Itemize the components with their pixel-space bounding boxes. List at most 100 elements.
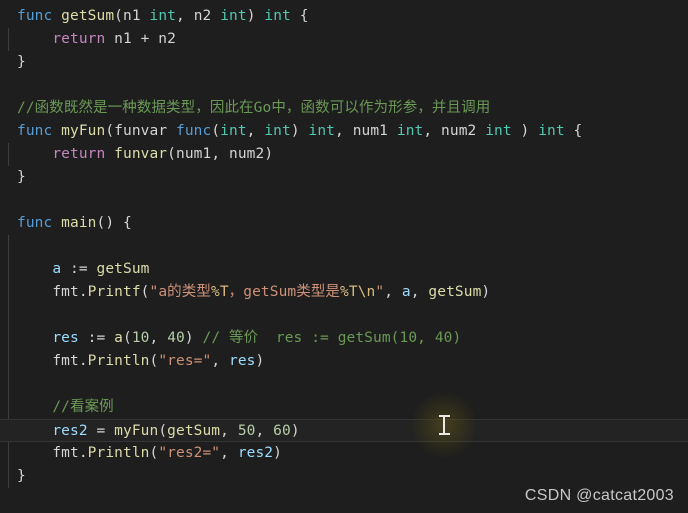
token-number: 50 — [237, 423, 256, 439]
token-param: funvar — [114, 123, 168, 139]
token-punct: ) — [184, 330, 203, 346]
token-keyword: func — [17, 8, 53, 24]
token-package: fmt — [52, 353, 79, 369]
token-type: int — [220, 8, 247, 24]
token-comma: , — [335, 123, 353, 139]
token-expression: n1 + n2 — [114, 31, 176, 47]
token-function-call: funvar — [114, 146, 168, 162]
token-escape: \n — [357, 284, 376, 300]
token-arg: getSum — [428, 284, 482, 300]
token-brace: } — [17, 169, 26, 185]
token-punct: ( — [167, 146, 176, 162]
code-line[interactable]: func main() { — [0, 212, 688, 235]
code-line-blank[interactable] — [0, 304, 688, 327]
code-line-blank[interactable] — [0, 235, 688, 258]
code-area[interactable]: func getSum(n1 int, n2 int) int { return… — [0, 0, 688, 488]
token-punct: ( — [123, 330, 132, 346]
token-function-call: a — [114, 330, 123, 346]
code-line[interactable]: fmt.Printf("a的类型%T，getSum类型是%T\n", a, ge… — [0, 281, 688, 304]
code-line[interactable]: func myFun(funvar func(int, int) int, nu… — [0, 120, 688, 143]
token-comma: , — [410, 284, 429, 300]
token-function-call: myFun — [114, 423, 159, 439]
code-line[interactable]: fmt.Println("res=", res) — [0, 350, 688, 373]
token-function-name: getSum — [61, 8, 115, 24]
token-format-verb: %T — [210, 284, 229, 300]
code-editor[interactable]: func getSum(n1 int, n2 int) int { return… — [0, 0, 688, 513]
token-brace: { — [290, 8, 309, 24]
token-number: 10 — [131, 330, 150, 346]
code-line-blank[interactable] — [0, 74, 688, 97]
token-control-keyword: return — [52, 146, 106, 162]
token-comma: , — [246, 123, 265, 139]
code-line[interactable]: a := getSum — [0, 258, 688, 281]
token-arg: num1 — [175, 146, 212, 162]
token-arg: res2 — [237, 445, 274, 461]
token-param: n1 — [123, 8, 141, 24]
code-line-blank[interactable] — [0, 373, 688, 396]
token-punct: ( — [140, 284, 150, 300]
token-keyword: func — [17, 123, 53, 139]
token-operator: = — [87, 423, 115, 439]
token-punct: ( — [105, 123, 115, 139]
token-variable: a — [52, 261, 62, 277]
code-line-active[interactable]: res2 = myFun(getSum, 50, 60) — [0, 419, 688, 442]
token-arg: num2 — [228, 146, 265, 162]
token-comma: , — [211, 353, 229, 369]
token-punct: ( — [114, 8, 123, 24]
code-line[interactable]: } — [0, 51, 688, 74]
token-keyword: func — [17, 215, 53, 231]
code-line[interactable]: res := a(10, 40) // 等价 res := getSum(10,… — [0, 327, 688, 350]
token-number: 60 — [273, 423, 291, 439]
token-keyword: func — [176, 123, 212, 139]
token-type: int — [264, 123, 291, 139]
token-comment: // 等价 res := getSum(10, 40) — [202, 330, 462, 346]
token-brace: } — [17, 468, 26, 484]
token-quote: " — [375, 284, 385, 300]
token-type: int — [396, 123, 424, 139]
code-line[interactable]: //看案例 — [0, 396, 688, 419]
code-line[interactable]: func getSum(n1 int, n2 int) int { — [0, 5, 688, 28]
code-line[interactable]: //函数既然是一种数据类型，因此在Go中，函数可以作为形参，并且调用 — [0, 97, 688, 120]
code-line[interactable]: return n1 + n2 — [0, 28, 688, 51]
token-function-call: Println — [87, 445, 150, 461]
token-dot: . — [78, 353, 88, 369]
token-comment: //函数既然是一种数据类型，因此在Go中，函数可以作为形参，并且调用 — [17, 100, 491, 116]
token-return-type: int — [538, 123, 565, 139]
code-line[interactable]: } — [0, 166, 688, 189]
token-comma: , — [255, 423, 274, 439]
token-brace: } — [17, 54, 26, 70]
token-function-name: main — [61, 215, 97, 231]
code-line[interactable]: } — [0, 465, 688, 488]
token-punct: ) — [290, 423, 300, 439]
code-line[interactable]: return funvar(num1, num2) — [0, 143, 688, 166]
token-operator: := — [61, 261, 97, 277]
token-package: fmt — [52, 284, 79, 300]
token-brace: { — [564, 123, 583, 139]
editor-window: func getSum(n1 int, n2 int) int { return… — [0, 0, 688, 513]
token-punct: ( — [158, 423, 168, 439]
token-param: num2 — [441, 123, 477, 139]
token-string: ，getSum类型是 — [228, 284, 341, 300]
token-comma: , — [211, 146, 229, 162]
token-package: fmt — [52, 445, 79, 461]
token-comma: , — [220, 445, 238, 461]
code-line[interactable]: fmt.Println("res2=", res2) — [0, 442, 688, 465]
token-control-keyword: return — [52, 31, 106, 47]
token-type: int — [220, 123, 247, 139]
token-string: a的类型 — [158, 284, 211, 300]
token-punct: ( — [149, 353, 159, 369]
token-param: n2 — [193, 8, 212, 24]
token-comma: , — [176, 8, 194, 24]
code-line-blank[interactable] — [0, 189, 688, 212]
token-variable: res — [52, 330, 79, 346]
token-format-verb: %T — [340, 284, 358, 300]
token-punct: () { — [96, 215, 132, 231]
